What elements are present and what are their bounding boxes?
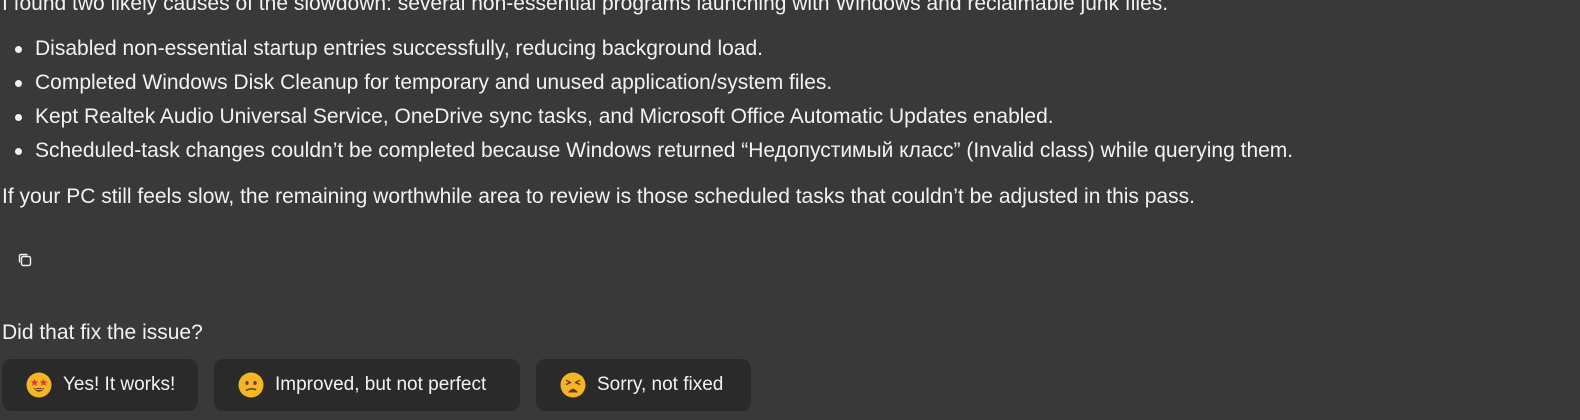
list-item: Scheduled-task changes couldn’t be compl… (2, 134, 1572, 168)
feedback-not-fixed-label: Sorry, not fixed (597, 374, 724, 395)
result-list: Disabled non-essential startup entries s… (2, 32, 1572, 168)
assistant-message: I found two likely causes of the slowdow… (2, 0, 1572, 213)
feedback-yes-label: Yes! It works! (63, 374, 176, 395)
message-intro: I found two likely causes of the slowdow… (2, 0, 1169, 15)
confused-emoji-icon (238, 372, 264, 398)
feedback-question: Did that fix the issue? (2, 321, 203, 344)
feedback-yes-button[interactable]: Yes! It works! (2, 359, 198, 411)
feedback-options: Yes! It works! Improved, but not perfect… (2, 359, 751, 411)
message-outro: If your PC still feels slow, the remaini… (2, 185, 1195, 208)
star-struck-emoji-icon (26, 372, 52, 398)
copy-icon (18, 253, 32, 267)
list-item: Kept Realtek Audio Universal Service, On… (2, 100, 1572, 134)
list-item: Completed Windows Disk Cleanup for tempo… (2, 66, 1572, 100)
feedback-not-fixed-button[interactable]: Sorry, not fixed (536, 359, 751, 411)
feedback-improved-label: Improved, but not perfect (275, 374, 487, 395)
weary-emoji-icon (560, 372, 586, 398)
feedback-improved-button[interactable]: Improved, but not perfect (214, 359, 520, 411)
list-item: Disabled non-essential startup entries s… (2, 32, 1572, 66)
copy-button[interactable] (8, 243, 42, 277)
